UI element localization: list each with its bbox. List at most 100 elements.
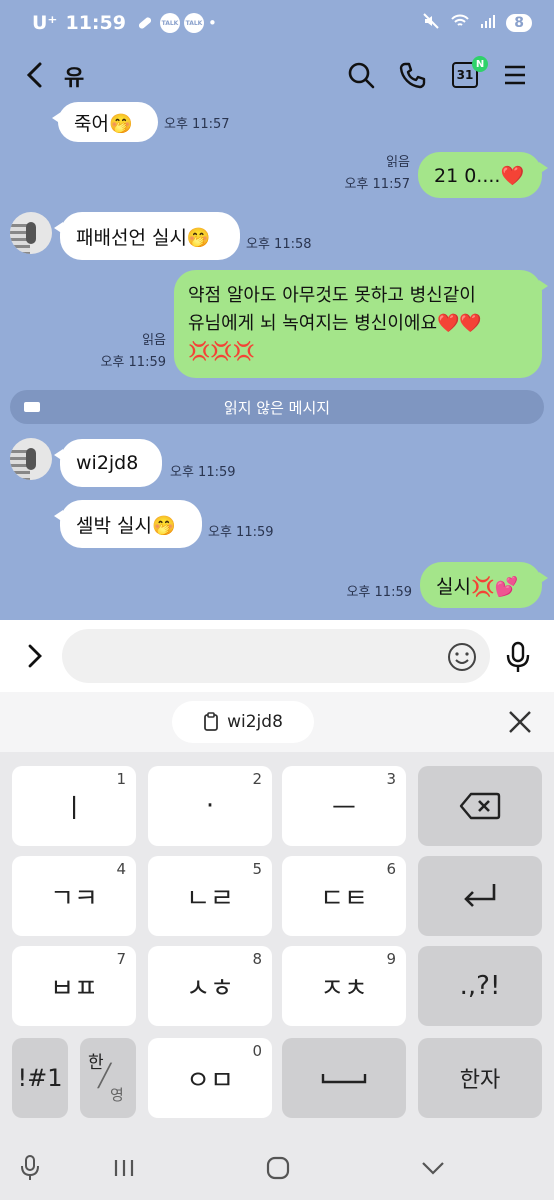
key-number: 0 [252,1042,262,1060]
message-line: 유님에게 뇌 녹여지는 병신이에요❤️❤️ [188,313,482,334]
key-label: · [205,791,215,821]
key-2[interactable]: · 2 [148,766,272,846]
clipboard-icon [204,712,219,731]
space-icon [321,1074,367,1084]
key-number: 3 [386,770,396,788]
mute-icon [422,12,440,34]
chat-header: 유 31 N [0,46,554,104]
close-icon[interactable] [506,708,534,736]
key-number: 9 [386,950,396,968]
read-receipt: 읽음 [386,155,410,170]
wifi-icon [450,12,470,34]
key-label: ㅈㅊ [320,973,368,1004]
talk-notification-icon-2: TALK [183,13,204,33]
recent-apps-icon[interactable] [112,1158,136,1178]
message-time: 오후 11:57 [344,177,410,192]
key-0[interactable]: ㅇㅁ 0 [148,1038,272,1118]
avatar[interactable] [10,438,52,480]
key-label: ㅅㅎ [186,973,234,1004]
key-label: ㅇㅁ [186,1065,234,1096]
clipboard-chip[interactable]: wi2jd8 [172,701,314,743]
key-label: ㅂㅍ [50,973,98,1004]
phone-icon[interactable] [398,60,428,90]
key-label: ㅣ [62,793,86,824]
message-time: 오후 11:59 [100,355,166,370]
status-time: 11:59 [65,12,126,34]
key-number: 7 [116,950,126,968]
unread-divider: 읽지 않은 메시지 [10,390,544,424]
key-3[interactable]: ㅡ3 [282,766,406,846]
key-number: 5 [252,860,262,878]
key-number: 4 [116,860,126,878]
status-bar: U⁺ 11:59 TALK TALK • 8 [0,0,554,46]
enter-key[interactable] [418,856,542,936]
key-9[interactable]: ㅈㅊ 9 [282,946,406,1026]
talk-notification-icon: TALK [159,13,180,33]
message-bubble-incoming[interactable]: 죽어🤭 [52,102,158,142]
space-key[interactable] [282,1038,406,1118]
message-bubble-incoming[interactable]: 패배선언 실시🤭 [54,212,240,260]
key-5[interactable]: ㄴㄹ 5 [148,856,272,936]
pill-icon [136,14,154,32]
key-1[interactable]: ㅣ1 [12,766,136,846]
key-label: ㄱㅋ [50,883,98,914]
lang-bottom-label: 영 [110,1086,124,1104]
backspace-key[interactable] [418,766,542,846]
system-nav-bar [0,1132,554,1200]
tag-icon [24,402,40,412]
dot-icon: • [207,14,217,32]
keyboard: ㅣ1 · 2 ㅡ3 ㄱㅋ 4 ㄴㄹ 5 ㄷㅌ 6 ㅂㅍ 7 ㅅㅎ 8 ㅈㅊ 9 .,?! !#… [0,752,554,1132]
hanja-key[interactable]: 한자 [418,1038,542,1118]
carrier-label: U⁺ [32,12,58,34]
message-input-bar [0,620,554,692]
signal-icon [480,13,496,33]
back-arrow-icon[interactable] [22,60,48,90]
search-icon[interactable] [346,60,376,90]
new-badge: N [472,56,488,72]
microphone-icon[interactable] [504,640,532,674]
read-receipt: 읽음 [142,333,166,348]
message-bubble-outgoing[interactable]: 실시💢💕 [420,562,548,608]
key-7[interactable]: ㅂㅍ 7 [12,946,136,1026]
message-time: 오후 11:57 [164,117,230,132]
clipboard-chip-text: wi2jd8 [227,712,283,732]
key-8[interactable]: ㅅㅎ 8 [148,946,272,1026]
hide-keyboard-icon[interactable] [420,1160,446,1176]
symbols-key[interactable]: !#1 [12,1038,68,1118]
key-6[interactable]: ㄷㅌ 6 [282,856,406,936]
message-time: 오후 11:58 [246,237,312,252]
unread-divider-label: 읽지 않은 메시지 [223,398,331,417]
message-line: 약점 알아도 아무것도 못하고 병신같이 [188,285,476,306]
chat-area[interactable]: 유 31 N 죽어🤭 오후 11:57 읽음 오후 11:57 21 0....… [0,46,554,620]
emoji-icon[interactable] [446,641,478,673]
key-4[interactable]: ㄱㅋ 4 [12,856,136,936]
menu-icon[interactable] [500,60,530,90]
key-number: 8 [252,950,262,968]
key-number: 2 [252,770,262,788]
clipboard-suggestion-bar: wi2jd8 [0,692,554,752]
message-bubble-incoming[interactable]: 셀박 실시🤭 [54,500,202,548]
avatar[interactable] [10,212,52,254]
key-label: ㅡ [332,793,356,824]
key-label: ㄴㄹ [186,883,234,914]
backspace-icon [459,792,501,820]
message-bubble-outgoing[interactable]: 21 0....❤️ [418,152,548,198]
chevron-right-icon[interactable] [24,642,46,670]
message-time: 오후 11:59 [208,525,274,540]
home-icon[interactable] [266,1156,290,1180]
key-number: 6 [386,860,396,878]
key-label: ㄷㅌ [320,883,368,914]
message-input[interactable] [62,629,490,683]
message-time: 오후 11:59 [346,585,412,600]
message-bubble-outgoing[interactable]: 약점 알아도 아무것도 못하고 병신같이 유님에게 뇌 녹여지는 병신이에요❤️… [174,270,548,378]
language-switch-key[interactable]: 한 ╱ 영 [80,1038,136,1118]
message-line: 💢💢💢 [188,341,256,362]
chat-title: 유 [64,66,85,91]
punctuation-key[interactable]: .,?! [418,946,542,1026]
voice-input-icon[interactable] [20,1154,40,1182]
enter-icon [464,884,496,907]
key-number: 1 [116,770,126,788]
battery-indicator: 8 [506,14,532,32]
message-time: 오후 11:59 [170,465,236,480]
message-bubble-incoming[interactable]: wi2jd8 [54,439,162,487]
